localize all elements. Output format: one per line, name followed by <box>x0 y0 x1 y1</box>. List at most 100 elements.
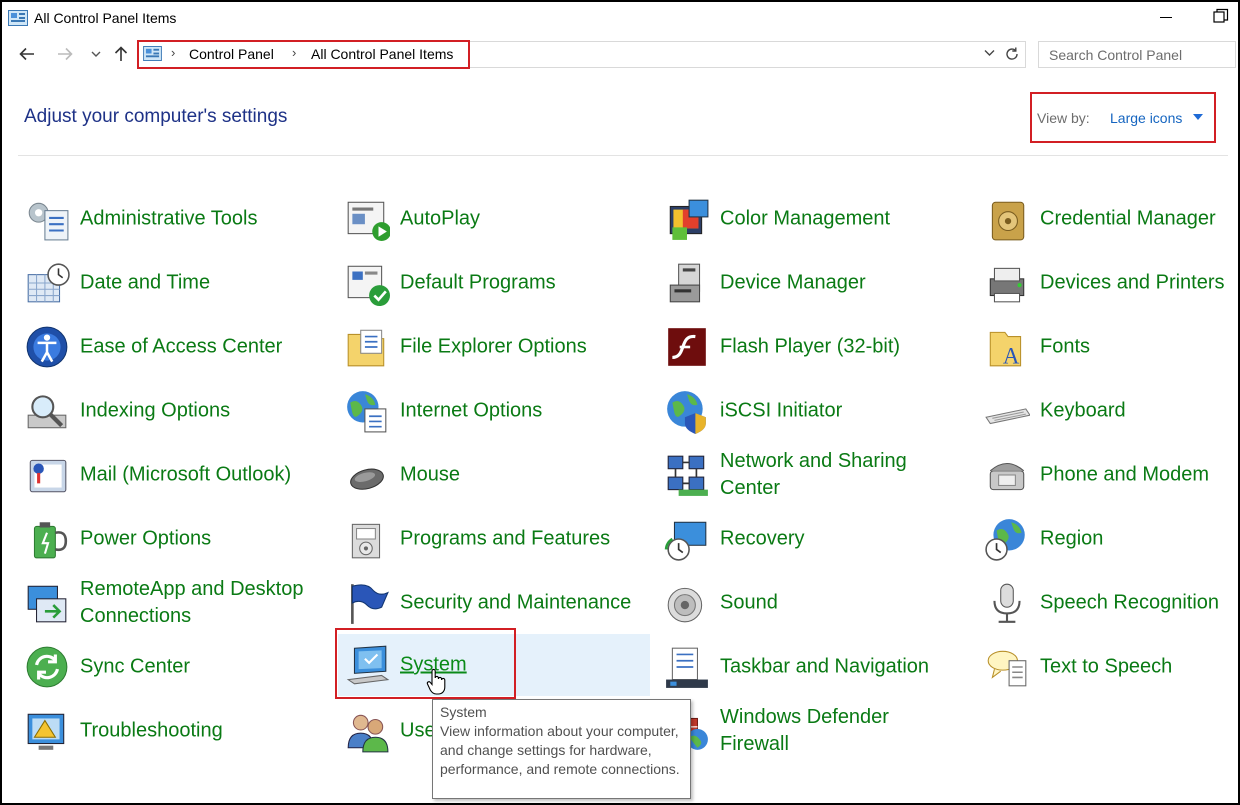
item-label[interactable]: Windows Defender Firewall <box>720 704 889 758</box>
refresh-icon[interactable] <box>1003 45 1021 63</box>
item-label[interactable]: Ease of Access Center <box>80 334 282 361</box>
window-title: All Control Panel Items <box>34 10 177 26</box>
item-label[interactable]: Credential Manager <box>1040 206 1216 233</box>
item-label[interactable]: Text to Speech <box>1040 654 1172 681</box>
divider <box>18 155 1228 156</box>
item-sound[interactable]: Sound <box>664 573 974 633</box>
item-label[interactable]: Use <box>400 718 436 745</box>
item-flash-player[interactable]: Flash Player (32-bit) <box>664 317 974 377</box>
item-label[interactable]: Security and Maintenance <box>400 590 631 617</box>
item-ease-of-access[interactable]: Ease of Access Center <box>24 317 334 377</box>
minimize-icon <box>1160 16 1172 18</box>
item-sync-center[interactable]: Sync Center <box>24 637 334 697</box>
item-remoteapp[interactable]: RemoteApp and Desktop Connections <box>24 573 334 633</box>
forward-arrow-icon <box>58 47 73 61</box>
fonts-icon: A <box>984 324 1030 370</box>
item-label[interactable]: iSCSI Initiator <box>720 398 842 425</box>
item-label[interactable]: Recovery <box>720 526 804 553</box>
item-devices-printers[interactable]: Devices and Printers <box>984 253 1240 313</box>
caret-down-icon[interactable] <box>1193 114 1203 120</box>
view-by-label: View by: <box>1037 110 1090 126</box>
item-firewall[interactable]: Windows Defender Firewall <box>664 701 974 761</box>
view-by-dropdown[interactable]: Large icons <box>1110 110 1182 126</box>
item-region[interactable]: Region <box>984 509 1240 569</box>
item-power-options[interactable]: Power Options <box>24 509 334 569</box>
item-speech-recognition[interactable]: Speech Recognition <box>984 573 1240 633</box>
forward-button[interactable] <box>54 42 76 66</box>
recent-locations-button[interactable] <box>85 42 107 66</box>
item-date-time[interactable]: Date and Time <box>24 253 334 313</box>
page-title: Adjust your computer's settings <box>24 106 288 127</box>
item-label[interactable]: Taskbar and Navigation <box>720 654 929 681</box>
item-file-explorer-options[interactable]: File Explorer Options <box>344 317 654 377</box>
up-arrow-icon <box>114 46 128 61</box>
search-input[interactable]: Search Control Panel <box>1038 41 1236 68</box>
item-indexing-options[interactable]: Indexing Options <box>24 381 334 441</box>
item-label[interactable]: Programs and Features <box>400 526 610 553</box>
item-recovery[interactable]: Recovery <box>664 509 974 569</box>
address-dropdown-button[interactable] <box>984 46 995 60</box>
item-label[interactable]: Sync Center <box>80 654 190 681</box>
item-taskbar-navigation[interactable]: Taskbar and Navigation <box>664 637 974 697</box>
item-label[interactable]: Network and Sharing Center <box>720 448 907 502</box>
item-label[interactable]: Speech Recognition <box>1040 590 1219 617</box>
item-label[interactable]: Mail (Microsoft Outlook) <box>80 462 291 489</box>
color-management-icon <box>664 196 710 242</box>
iscsi-initiator-icon <box>664 388 710 434</box>
item-label[interactable]: Region <box>1040 526 1103 553</box>
item-label[interactable]: Keyboard <box>1040 398 1126 425</box>
item-credential-manager[interactable]: Credential Manager <box>984 189 1240 249</box>
chevron-down-icon <box>91 51 101 57</box>
item-label[interactable]: Device Manager <box>720 270 866 297</box>
user-accounts-icon <box>344 708 390 754</box>
item-internet-options[interactable]: Internet Options <box>344 381 654 441</box>
item-security-maintenance[interactable]: Security and Maintenance <box>344 573 654 633</box>
restore-button[interactable] <box>1213 8 1229 24</box>
item-label[interactable]: Default Programs <box>400 270 556 297</box>
item-troubleshooting[interactable]: Troubleshooting <box>24 701 334 761</box>
minimize-button[interactable] <box>1157 6 1175 28</box>
item-network-sharing[interactable]: Network and Sharing Center <box>664 445 974 505</box>
item-label[interactable]: Troubleshooting <box>80 718 223 745</box>
up-button[interactable] <box>110 42 132 66</box>
internet-options-icon <box>344 388 390 434</box>
item-autoplay[interactable]: AutoPlay <box>344 189 654 249</box>
item-label[interactable]: Phone and Modem <box>1040 462 1209 489</box>
item-label[interactable]: Mouse <box>400 462 460 489</box>
item-fonts[interactable]: A Fonts <box>984 317 1240 377</box>
power-options-icon <box>24 516 70 562</box>
security-maintenance-icon <box>344 580 390 626</box>
item-text-to-speech[interactable]: Text to Speech <box>984 637 1240 697</box>
item-label[interactable]: Fonts <box>1040 334 1090 361</box>
item-phone-modem[interactable]: Phone and Modem <box>984 445 1240 505</box>
item-label[interactable]: Internet Options <box>400 398 542 425</box>
default-programs-icon <box>344 260 390 306</box>
flash-player-icon <box>664 324 710 370</box>
item-mouse[interactable]: Mouse <box>344 445 654 505</box>
item-label[interactable]: Date and Time <box>80 270 210 297</box>
item-device-manager[interactable]: Device Manager <box>664 253 974 313</box>
item-label[interactable]: AutoPlay <box>400 206 480 233</box>
item-label[interactable]: RemoteApp and Desktop Connections <box>80 576 303 630</box>
item-programs-features[interactable]: Programs and Features <box>344 509 654 569</box>
item-keyboard[interactable]: Keyboard <box>984 381 1240 441</box>
item-label[interactable]: Indexing Options <box>80 398 230 425</box>
sync-center-icon <box>24 644 70 690</box>
item-iscsi-initiator[interactable]: iSCSI Initiator <box>664 381 974 441</box>
item-label[interactable]: Sound <box>720 590 778 617</box>
item-color-management[interactable]: Color Management <box>664 189 974 249</box>
item-label[interactable]: Power Options <box>80 526 211 553</box>
item-label[interactable]: File Explorer Options <box>400 334 587 361</box>
item-label[interactable]: Flash Player (32-bit) <box>720 334 900 361</box>
item-default-programs[interactable]: Default Programs <box>344 253 654 313</box>
item-label[interactable]: Color Management <box>720 206 890 233</box>
autoplay-icon <box>344 196 392 242</box>
item-admin-tools[interactable]: Administrative Tools <box>24 189 334 249</box>
indexing-options-icon <box>24 388 70 434</box>
search-placeholder: Search Control Panel <box>1049 47 1183 63</box>
item-label[interactable]: Administrative Tools <box>80 206 257 233</box>
item-mail[interactable]: Mail (Microsoft Outlook) <box>24 445 334 505</box>
region-icon <box>984 516 1030 562</box>
item-label[interactable]: Devices and Printers <box>1040 270 1225 297</box>
back-button[interactable] <box>16 42 38 66</box>
